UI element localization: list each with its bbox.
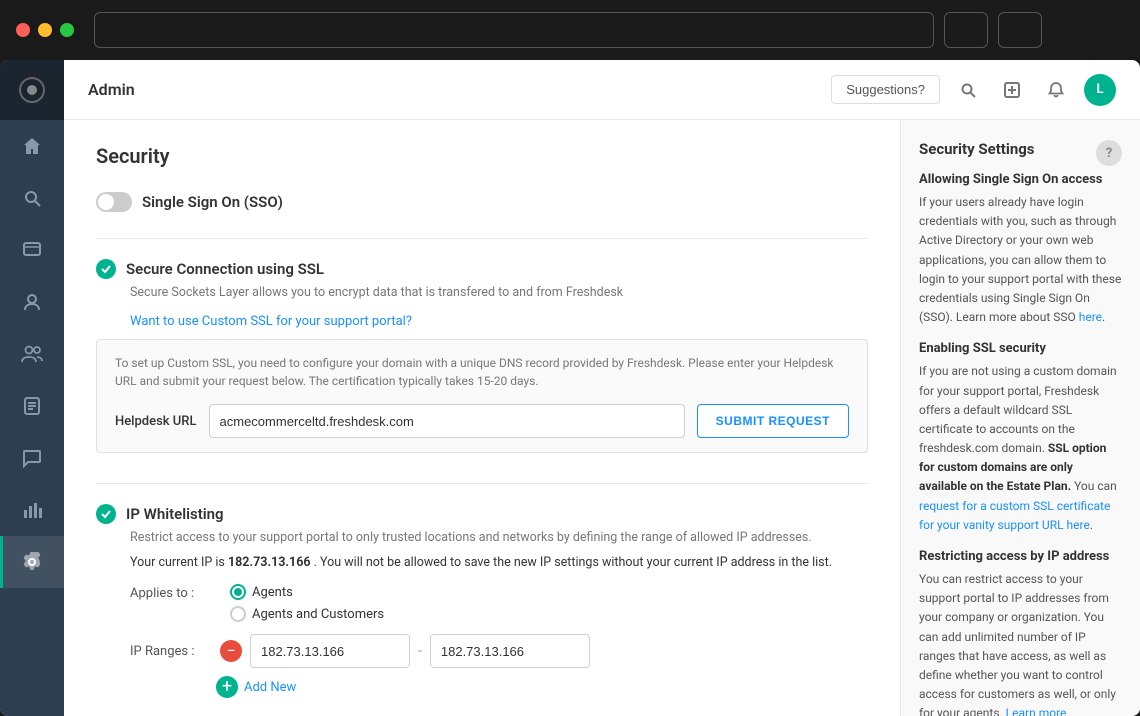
- traffic-lights: [16, 23, 74, 37]
- sidebar-logo: [0, 60, 64, 120]
- sidebar-item-groups[interactable]: [0, 328, 64, 380]
- ip-warning: Your current IP is 182.73.13.166 . You w…: [130, 555, 868, 570]
- radio-agents[interactable]: Agents: [230, 584, 384, 600]
- ip-from-input[interactable]: [250, 634, 410, 668]
- add-new-row: + Add New: [216, 676, 868, 698]
- address-bar[interactable]: [94, 12, 934, 48]
- radio-group: Agents Agents and Customers: [230, 584, 384, 622]
- ip-ranges-row: IP Ranges : − -: [130, 634, 868, 668]
- ssl-form: Helpdesk URL SUBMIT REQUEST: [115, 404, 849, 438]
- ip-section: IP Whitelisting Restrict access to your …: [96, 504, 868, 716]
- add-icon[interactable]: [996, 74, 1028, 106]
- radio-dot-agents-customers: [230, 606, 246, 622]
- ip-toggle[interactable]: [96, 504, 116, 524]
- maximize-button[interactable]: [60, 23, 74, 37]
- main-content: Security Single Sign On (SSO): [64, 120, 900, 716]
- ip-ranges-label: IP Ranges :: [130, 644, 210, 659]
- main-area: Admin Suggestions? L: [64, 60, 1140, 716]
- sidebar-item-home[interactable]: [0, 120, 64, 172]
- panel-ssl-title: Enabling SSL security: [919, 341, 1122, 356]
- ip-learn-more-link[interactable]: Learn more: [1006, 706, 1067, 716]
- sidebar-item-analytics[interactable]: [0, 484, 64, 536]
- panel-ssl-text: If you are not using a custom domain for…: [919, 362, 1122, 535]
- right-panel: Security Settings ? Allowing Single Sign…: [900, 120, 1140, 716]
- ssl-header: Secure Connection using SSL: [96, 259, 868, 279]
- sidebar-item-settings[interactable]: [0, 536, 64, 588]
- radio-label-agents-customers: Agents and Customers: [252, 607, 384, 622]
- minimize-button[interactable]: [38, 23, 52, 37]
- helpdesk-label: Helpdesk URL: [115, 414, 197, 429]
- sidebar-item-chat[interactable]: [0, 432, 64, 484]
- ip-range-dash: -: [418, 643, 422, 659]
- sidebar-item-knowledge[interactable]: [0, 380, 64, 432]
- applies-to-label: Applies to :: [130, 584, 230, 601]
- sidebar-item-search[interactable]: [0, 172, 64, 224]
- user-avatar[interactable]: L: [1084, 74, 1116, 106]
- ip-range-inputs: − -: [220, 634, 590, 668]
- sso-section: Single Sign On (SSO): [96, 192, 868, 239]
- add-new-label[interactable]: Add New: [244, 680, 296, 695]
- titlebar-btn-1[interactable]: [944, 12, 988, 48]
- helpdesk-url-input[interactable]: [209, 404, 685, 438]
- close-button[interactable]: [16, 23, 30, 37]
- sso-link[interactable]: here: [1079, 310, 1102, 324]
- panel-sso-title: Allowing Single Sign On access: [919, 172, 1122, 187]
- custom-ssl-link[interactable]: Want to use Custom SSL for your support …: [130, 314, 412, 329]
- sidebar-item-tickets[interactable]: [0, 224, 64, 276]
- page-title: Security: [96, 144, 868, 168]
- submit-request-button[interactable]: SUBMIT REQUEST: [697, 404, 849, 438]
- sso-header: Single Sign On (SSO): [96, 192, 868, 212]
- ip-applies-row: Applies to : Agents Agents and Customers: [130, 584, 868, 622]
- ip-title: IP Whitelisting: [126, 505, 224, 523]
- add-new-button[interactable]: +: [216, 676, 238, 698]
- ssl-toggle[interactable]: [96, 259, 116, 279]
- radio-agents-customers[interactable]: Agents and Customers: [230, 606, 384, 622]
- header: Admin Suggestions? L: [64, 60, 1140, 120]
- sidebar: [0, 60, 64, 716]
- titlebar: [0, 0, 1140, 60]
- panel-ip-text: You can restrict access to your support …: [919, 570, 1122, 716]
- radio-label-agents: Agents: [252, 585, 293, 600]
- ip-header: IP Whitelisting: [96, 504, 868, 524]
- titlebar-btn-2[interactable]: [998, 12, 1042, 48]
- ssl-title: Secure Connection using SSL: [126, 260, 324, 278]
- sso-title: Single Sign On (SSO): [142, 193, 283, 211]
- ip-warning-ip: 182.73.13.166: [228, 555, 311, 570]
- sso-toggle[interactable]: [96, 192, 132, 212]
- radio-dot-agents: [230, 584, 246, 600]
- ssl-box-text: To set up Custom SSL, you need to config…: [115, 354, 849, 390]
- ssl-request-link[interactable]: request for a custom SSL certificate for…: [919, 499, 1110, 532]
- search-icon[interactable]: [952, 74, 984, 106]
- panel-title: Security Settings: [919, 140, 1122, 158]
- ssl-description: Secure Sockets Layer allows you to encry…: [130, 285, 868, 300]
- panel-ip-title: Restricting access by IP address: [919, 549, 1122, 564]
- ssl-box: To set up Custom SSL, you need to config…: [96, 339, 868, 453]
- content-wrapper: Security Single Sign On (SSO): [64, 120, 1140, 716]
- ssl-bold-text: SSL option for custom domains are only a…: [919, 441, 1106, 493]
- notification-icon[interactable]: [1040, 74, 1072, 106]
- ip-remove-button[interactable]: −: [220, 640, 242, 662]
- ip-description: Restrict access to your support portal t…: [130, 530, 868, 545]
- ssl-section: Secure Connection using SSL Secure Socke…: [96, 259, 868, 484]
- sso-toggle-knob: [98, 194, 114, 210]
- suggestions-button[interactable]: Suggestions?: [831, 75, 940, 104]
- sidebar-item-contacts[interactable]: [0, 276, 64, 328]
- panel-sso-text: If your users already have login credent…: [919, 193, 1122, 327]
- help-button[interactable]: ?: [1096, 140, 1122, 166]
- app-container: Admin Suggestions? L: [0, 60, 1140, 716]
- header-title: Admin: [88, 80, 819, 99]
- ip-to-input[interactable]: [430, 634, 590, 668]
